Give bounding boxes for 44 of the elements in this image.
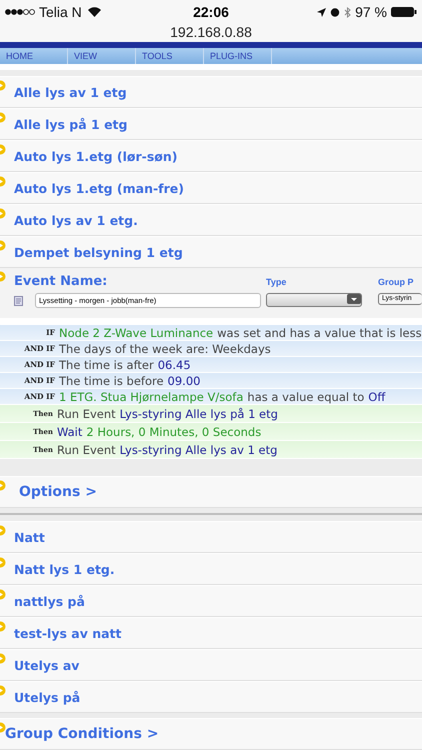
event-link[interactable]: Natt lys 1 etg. (14, 562, 115, 576)
device-name: 1 ETG. Stua Hjørnelampe V/sofa (59, 390, 244, 404)
event-link[interactable]: Auto lys av 1 etg. (14, 212, 138, 228)
condition-value: Wait (57, 424, 82, 438)
carrier-name: Telia N (39, 4, 82, 20)
battery-icon (391, 7, 417, 17)
type-label: Type (266, 277, 288, 287)
condition-value: 09.00 (168, 374, 200, 388)
event-link[interactable]: Alle lys på 1 etg (14, 116, 128, 132)
url-text[interactable]: 192.168.0.88 (170, 24, 252, 40)
event-link[interactable]: Dempet belsyning 1 etg (14, 244, 183, 260)
condition-value: Lys-styring Alle lys på 1 etg (120, 406, 278, 420)
event-link[interactable]: Natt (14, 530, 45, 544)
condition-text: The time is after (59, 358, 154, 372)
condition-text: The time is before (59, 374, 164, 388)
wifi-icon (88, 7, 101, 17)
condition-text: was set and has a value that is less (217, 326, 422, 340)
event-link[interactable]: Group Conditions > (5, 726, 159, 742)
condition-text: The days of the week are: Weekdays (59, 342, 271, 356)
signal-icon (5, 9, 35, 15)
device-name: Node 2 Z-Wave Luminance (59, 326, 214, 340)
condition-text: has a value equal to (247, 390, 364, 404)
group-label: Group P (378, 277, 414, 287)
condition-text: Run Event (57, 406, 116, 420)
device-name: 2 Hours, 0 Minutes, 0 Seconds (86, 424, 262, 438)
event-link[interactable]: Options > (19, 484, 97, 500)
bluetooth-icon (344, 6, 352, 18)
document-icon (14, 296, 23, 306)
battery-percent: 97 % (355, 4, 387, 20)
location-icon (317, 8, 326, 16)
event-name-label: Event Name: (14, 274, 108, 289)
condition-value: Lys-styring Alle lys av 1 etg (120, 442, 278, 456)
condition-text: Run Event (57, 442, 116, 456)
event-link[interactable]: Auto lys 1.etg (lør-søn) (14, 148, 178, 164)
type-dropdown[interactable] (266, 293, 362, 307)
event-link[interactable]: nattlys på (14, 594, 85, 608)
clock-time: 22:06 (193, 4, 229, 20)
event-link[interactable]: test-lys av natt (14, 626, 122, 640)
event-link[interactable]: Utelys på (14, 690, 80, 704)
condition-value: Off (368, 390, 386, 404)
event-link[interactable]: Utelys av (14, 658, 80, 672)
event-link[interactable]: Alle lys av 1 etg (14, 84, 127, 100)
condition-value: 06.45 (158, 358, 191, 372)
event-link[interactable]: Auto lys 1.etg (man-fre) (14, 180, 184, 196)
